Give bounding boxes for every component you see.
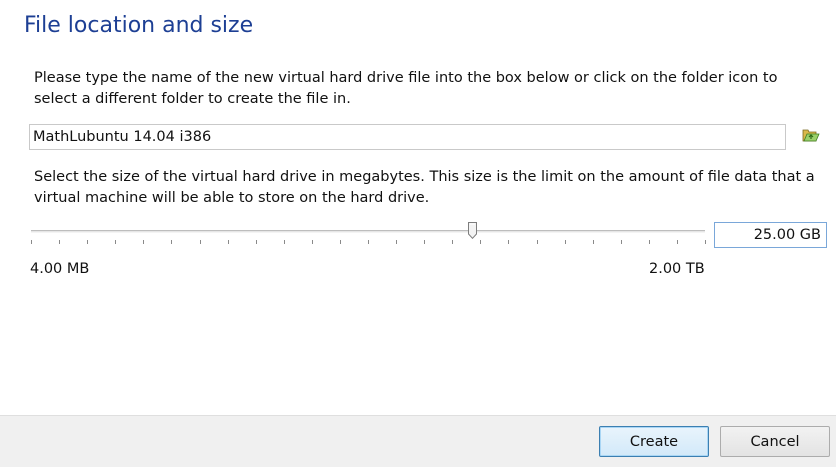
slider-tick (424, 240, 425, 244)
slider-tick (565, 240, 566, 244)
slider-tick (59, 240, 60, 244)
slider-tick (508, 240, 509, 244)
slider-tick (31, 240, 32, 244)
slider-tick (537, 240, 538, 244)
slider-tick (368, 240, 369, 244)
slider-track (31, 230, 705, 233)
size-input[interactable] (714, 222, 827, 248)
location-description: Please type the name of the new virtual … (34, 70, 778, 107)
slider-tick (200, 240, 201, 244)
slider-ticks (31, 240, 706, 246)
slider-tick (256, 240, 257, 244)
size-slider[interactable] (31, 222, 706, 250)
dialog: File location and size Please type the n… (0, 0, 836, 467)
size-min-label: 4.00 MB (30, 261, 90, 277)
create-button[interactable]: Create (599, 426, 709, 457)
slider-tick (677, 240, 678, 244)
slider-tick (312, 240, 313, 244)
slider-tick (396, 240, 397, 244)
button-bar: Create Cancel (0, 415, 836, 467)
slider-tick (87, 240, 88, 244)
slider-tick (143, 240, 144, 244)
slider-tick (480, 240, 481, 244)
slider-tick (452, 240, 453, 244)
page-title: File location and size (24, 13, 254, 38)
size-max-label: 2.00 TB (649, 261, 705, 277)
slider-tick (705, 240, 706, 244)
slider-tick (284, 240, 285, 244)
slider-tick (649, 240, 650, 244)
slider-tick (228, 240, 229, 244)
slider-tick (593, 240, 594, 244)
folder-open-icon (802, 127, 820, 147)
slider-tick (340, 240, 341, 244)
choose-folder-button[interactable] (800, 127, 822, 147)
file-name-input[interactable] (29, 124, 786, 150)
slider-tick (621, 240, 622, 244)
slider-tick (115, 240, 116, 244)
size-description: Select the size of the virtual hard driv… (34, 169, 815, 206)
slider-tick (171, 240, 172, 244)
slider-thumb[interactable] (468, 222, 477, 240)
cancel-button[interactable]: Cancel (720, 426, 830, 457)
